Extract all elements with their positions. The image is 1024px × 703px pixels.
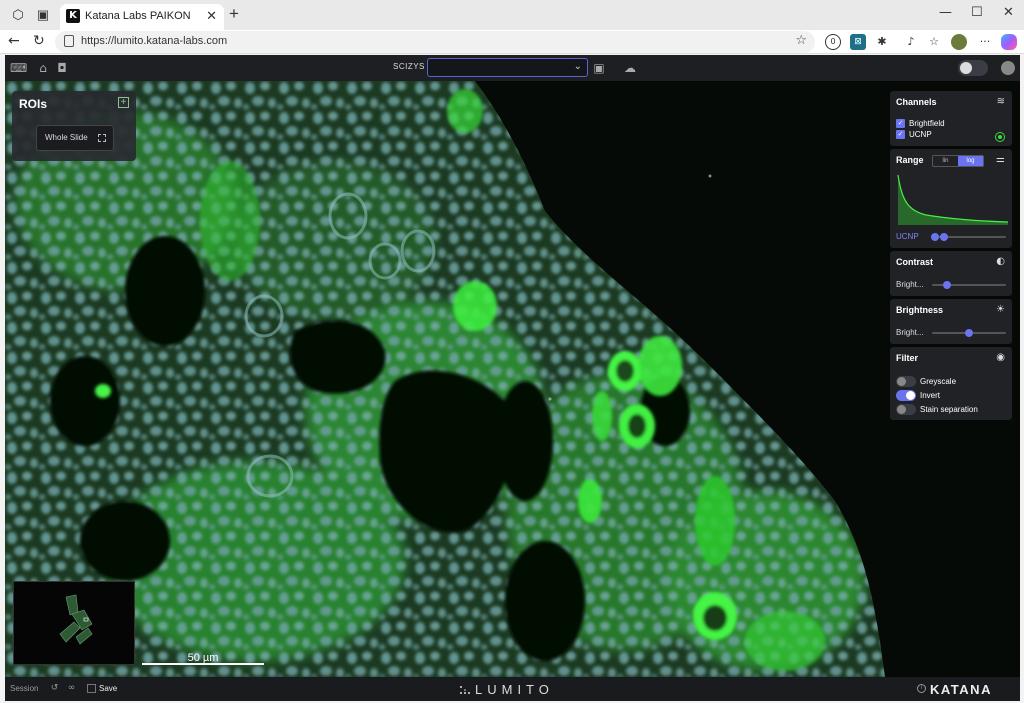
channels-title: Channels (896, 97, 937, 107)
checkbox-checked-icon[interactable]: ✓ (896, 130, 905, 139)
slide-label: SCIZYS (393, 62, 425, 71)
reload-icon[interactable]: ↻ (33, 33, 45, 49)
extension-puzzle-icon[interactable]: ✱ (874, 34, 890, 50)
sun-icon: ☀ (996, 304, 1005, 315)
greyscale-label: Greyscale (920, 377, 957, 386)
channel-label: UCNP (909, 130, 932, 139)
copilot-icon[interactable] (1001, 34, 1017, 50)
layers-icon[interactable]: ≋ (997, 96, 1005, 107)
extension-app-icon[interactable]: ⊠ (850, 34, 866, 50)
greyscale-toggle[interactable] (896, 376, 916, 387)
more-menu-icon[interactable]: ··· (977, 34, 993, 50)
whole-slide-button[interactable]: Whole Slide (36, 125, 114, 151)
profile-avatar[interactable] (951, 34, 967, 50)
katana-favicon-icon: K (66, 9, 80, 23)
browser-tab-active[interactable]: K Katana Labs PAIKON ✕ (60, 4, 224, 30)
app-footer: Session ↺ ∞ Save LUMITO i KATANA (5, 677, 1020, 701)
lumito-app: ⌨ ⌂ ◘ SCIZYS ⌄ ▣ ☁ ROIs + Whole Slide Ch… (5, 55, 1020, 701)
lumito-wordmark: LUMITO (475, 682, 554, 697)
minimap[interactable] (13, 581, 135, 665)
save-checkbox[interactable] (87, 684, 96, 693)
link-icon[interactable]: ∞ (66, 683, 77, 694)
roi-panel: ROIs + Whole Slide (12, 91, 136, 161)
user-avatar[interactable] (1001, 61, 1015, 75)
moon-icon (960, 62, 972, 74)
stain-separation-label: Stain separation (920, 405, 978, 414)
stain-separation-toggle[interactable] (896, 404, 916, 415)
contrast-icon: ◐ (996, 256, 1005, 267)
window-close-button[interactable]: ✕ (1003, 5, 1014, 20)
tab-close-icon[interactable]: ✕ (206, 8, 217, 24)
url-input[interactable]: https://lumito.katana-labs.com ☆ (55, 31, 815, 53)
selection-frame-icon (98, 134, 106, 142)
checkbox-checked-icon[interactable]: ✓ (896, 119, 905, 128)
contrast-title: Contrast (896, 257, 934, 267)
favorites-icon[interactable]: ☆ (926, 34, 942, 50)
range-min-handle[interactable] (931, 233, 939, 241)
range-panel: Range lin log ⚌ UCNP (890, 149, 1012, 248)
channel-color-indicator[interactable] (995, 132, 1005, 142)
contrast-panel: Contrast ◐ Bright... (890, 251, 1012, 296)
url-text: https://lumito.katana-labs.com (81, 35, 228, 47)
chevron-down-icon: ⌄ (573, 61, 582, 72)
slide-select[interactable]: ⌄ (427, 58, 588, 77)
extension-password-icon[interactable]: 0 (825, 34, 841, 50)
dark-mode-toggle[interactable] (958, 60, 988, 76)
session-label: Session (10, 684, 39, 693)
tab-title: Katana Labs PAIKON (85, 10, 191, 22)
add-roi-button[interactable]: + (118, 97, 129, 108)
invert-toggle[interactable] (896, 390, 916, 401)
back-arrow-icon[interactable]: ← (8, 33, 20, 49)
lin-button[interactable]: lin (933, 156, 958, 166)
slide-viewer[interactable] (5, 81, 1020, 677)
minimap-thumbnail (59, 594, 93, 645)
history-icon[interactable]: ↺ (49, 683, 60, 694)
whole-slide-label: Whole Slide (45, 133, 88, 142)
brightness-panel: Brightness ☀ Bright... (890, 299, 1012, 344)
browser-address-bar: ← ↻ https://lumito.katana-labs.com ☆ 0 ⊠… (0, 30, 1024, 54)
tab-actions-icon[interactable]: ▣ (35, 7, 51, 23)
lock-icon (64, 35, 74, 47)
filter-title: Filter (896, 353, 919, 363)
range-channel-label: UCNP (896, 232, 919, 241)
maximize-button[interactable]: ☐ (971, 5, 983, 20)
new-tab-button[interactable]: + (229, 4, 239, 24)
minimize-button[interactable]: — (939, 5, 952, 20)
scale-toggle: lin log (932, 155, 984, 167)
contrast-slider-label: Bright... (896, 280, 924, 289)
keyboard-icon[interactable]: ⌨ (10, 60, 27, 76)
scale-bar-line (142, 663, 264, 665)
roi-title: ROIs (19, 97, 48, 111)
info-icon[interactable]: i (917, 684, 926, 693)
browser-tab-bar: ⬡ ▣ K Katana Labs PAIKON ✕ + — ☐ ✕ (0, 0, 1024, 30)
channels-panel: Channels ≋ ✓ Brightfield ✓ UCNP (890, 91, 1012, 146)
tissue-image (5, 81, 1020, 677)
lumito-logo-icon (460, 686, 470, 694)
log-button[interactable]: log (958, 156, 983, 166)
sliders-icon[interactable]: ⚌ (996, 154, 1005, 165)
range-max-handle[interactable] (940, 233, 948, 241)
cloud-download-icon[interactable]: ☁ (622, 60, 638, 76)
katana-wordmark: KATANA (930, 682, 992, 697)
app-toolbar: ⌨ ⌂ ◘ SCIZYS ⌄ ▣ ☁ (5, 55, 1020, 81)
histogram (897, 174, 1008, 225)
extension-music-icon[interactable]: ♪ (903, 34, 919, 50)
camera-icon[interactable]: ◘ (54, 60, 70, 76)
workspaces-icon[interactable]: ⬡ (10, 7, 26, 23)
brightness-title: Brightness (896, 305, 944, 315)
contrast-slider-handle[interactable] (942, 281, 951, 289)
scale-bar: 50 µm (142, 652, 264, 665)
filter-panel: Filter ◉ Greyscale Invert Stain separati… (890, 347, 1012, 420)
image-export-icon[interactable]: ▣ (591, 60, 607, 76)
brightness-slider-handle[interactable] (965, 329, 973, 337)
eye-icon[interactable]: ◉ (996, 352, 1005, 363)
brightness-slider-label: Bright... (896, 328, 924, 337)
channel-label: Brightfield (909, 119, 945, 128)
save-label: Save (99, 684, 118, 693)
range-title: Range (896, 155, 924, 165)
invert-label: Invert (920, 391, 941, 400)
home-icon[interactable]: ⌂ (35, 60, 51, 76)
favorite-star-icon[interactable]: ☆ (795, 33, 807, 48)
